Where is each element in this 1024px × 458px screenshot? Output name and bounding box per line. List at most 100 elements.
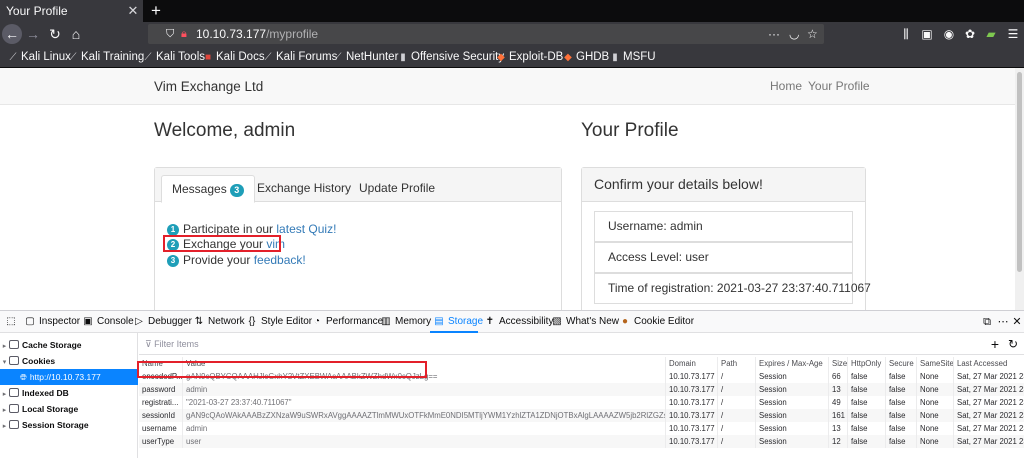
panel-tabs: Messages 3 Exchange History Update Profil… <box>155 168 561 203</box>
table-row[interactable]: username admin 10.10.73.177 / Session 13… <box>139 422 1024 435</box>
bookmark-offensive-security[interactable]: ▮ Offensive Security <box>398 46 504 68</box>
site-navbar: Vim Exchange Ltd Home Your Profile <box>0 68 1024 105</box>
tab-storage[interactable]: ▤ Storage <box>433 311 483 333</box>
screen: Your Profile ✕ + ← → ↻ ⌂ ⛉ 🔒︎ 10.10.73.1… <box>0 0 1024 458</box>
addon-badge-icon[interactable]: ▰ <box>983 24 999 44</box>
tab-memory[interactable]: ▥ Memory <box>380 311 431 333</box>
tab-update-profile[interactable]: Update Profile <box>349 175 445 203</box>
bookmark-ghdb[interactable]: ◆ GHDB <box>563 46 609 68</box>
account-icon[interactable]: ◉ <box>941 24 957 44</box>
refresh-button[interactable]: ↻ <box>1006 333 1020 355</box>
column-header[interactable]: HttpOnly <box>847 357 885 370</box>
table-row[interactable]: registrati... "2021-03-27 23:37:40.71106… <box>139 396 1024 409</box>
add-item-button[interactable]: + <box>988 333 1002 355</box>
tree-item-session-storage[interactable]: ▸ Session Storage <box>0 417 138 433</box>
dock-icon[interactable]: ⧉ <box>980 311 994 333</box>
tab-debugger[interactable]: ▷ Debugger <box>133 311 192 333</box>
extension-icon[interactable]: ✿ <box>962 24 978 44</box>
tab-messages[interactable]: Messages 3 <box>161 175 255 203</box>
site-brand[interactable]: Vim Exchange Ltd <box>154 68 263 105</box>
web-page: Vim Exchange Ltd Home Your Profile Welco… <box>0 68 1024 310</box>
tree-item-cache-storage[interactable]: ▸ Cache Storage <box>0 337 138 353</box>
close-devtools-icon[interactable]: ✕ <box>1010 311 1024 333</box>
back-button[interactable]: ← <box>2 24 22 44</box>
list-item: 3 Provide your feedback! <box>167 253 306 268</box>
quiz-link[interactable]: latest Quiz! <box>276 222 336 236</box>
tab-bar: Your Profile ✕ + <box>0 0 1024 22</box>
bookmark-kali-tools[interactable]: ⟋ Kali Tools <box>143 46 206 68</box>
registration-time-detail: Time of registration: 2021-03-27 23:37:4… <box>594 273 871 304</box>
tab-whats-new[interactable]: ▧ What's New <box>551 311 619 333</box>
more-options-icon[interactable]: ⋯ <box>996 311 1010 333</box>
column-header[interactable]: Path <box>717 357 755 370</box>
database-icon <box>9 356 19 365</box>
whats-new-icon: ▧ <box>552 316 562 327</box>
tree-item-cookies[interactable]: ▾ Cookies <box>0 353 138 369</box>
sidebar-icon[interactable]: ▣ <box>919 24 935 44</box>
bookmark-msfu[interactable]: ▮ MSFU <box>610 46 655 68</box>
bookmark-kali-docs[interactable]: ■ Kali Docs <box>203 46 265 68</box>
offsec-icon: ▮ <box>400 52 406 63</box>
page-scrollbar-thumb[interactable] <box>1017 72 1022 272</box>
url-bar[interactable]: ⛉ 🔒︎ 10.10.73.177/myprofile ··· ◡ ☆ <box>148 24 824 44</box>
home-button[interactable]: ⌂ <box>68 24 84 44</box>
tab-network[interactable]: ⇅ Network <box>193 311 245 333</box>
column-header[interactable]: Last Accessed <box>953 357 1024 370</box>
column-header[interactable]: Expires / Max-Age <box>755 357 828 370</box>
column-header[interactable]: Size <box>828 357 847 370</box>
library-icon[interactable]: ⫼ <box>898 24 914 44</box>
feedback-link[interactable]: feedback! <box>254 253 306 267</box>
table-row[interactable]: sessionId gAN9cQAoWAkAAABzZXNzaW9uSWRxAV… <box>139 409 1024 422</box>
bookmarks-toolbar: ⟋ Kali Linux ⟋ Kali Training ⟋ Kali Tools ■… <box>0 46 1024 68</box>
tree-item-local-storage[interactable]: ▸ Local Storage <box>0 401 138 417</box>
docs-icon: ■ <box>204 52 212 63</box>
globe-icon: 🌐︎ <box>20 372 27 382</box>
bookmark-nethunter[interactable]: ⟋ NetHunter <box>333 46 399 68</box>
column-header[interactable]: Domain <box>665 357 717 370</box>
access-level-detail: Access Level: user <box>594 242 853 273</box>
kali-dragon-icon: ⟋ <box>9 52 17 63</box>
tab-style-editor[interactable]: {} Style Editor <box>246 311 312 333</box>
new-tab-button[interactable]: + <box>148 0 164 22</box>
column-header[interactable]: Secure <box>885 357 916 370</box>
reload-button[interactable]: ↻ <box>47 24 63 44</box>
bookmark-kali-forums[interactable]: ⟋ Kali Forums <box>263 46 338 68</box>
bookmark-kali-linux[interactable]: ⟋ Kali Linux <box>8 46 71 68</box>
nethunter-icon: ⟋ <box>334 52 342 63</box>
filter-bar: ⊽ Filter Items + ↻ <box>139 333 1024 355</box>
bookmark-kali-training[interactable]: ⟋ Kali Training <box>68 46 145 68</box>
database-icon <box>9 340 19 349</box>
tab-performance[interactable]: ◔ Performance <box>311 311 383 333</box>
kali-dragon-icon: ⟋ <box>69 52 77 63</box>
cookie-icon: ● <box>621 316 629 327</box>
table-row[interactable]: userType user 10.10.73.177 / Session 12 … <box>139 435 1024 448</box>
filter-input[interactable]: ⊽ Filter Items <box>145 333 199 355</box>
nav-your-profile-link[interactable]: Your Profile <box>808 68 870 105</box>
column-header[interactable]: SameSite <box>916 357 953 370</box>
page-actions-icon[interactable]: ··· <box>768 24 780 44</box>
welcome-heading: Welcome, admin <box>154 120 296 141</box>
tab-inspector[interactable]: ▢ Inspector <box>24 311 80 333</box>
tab-accessibility[interactable]: ✝ Accessibility <box>484 311 554 333</box>
menu-icon[interactable]: ☰ <box>1005 24 1021 44</box>
bookmark-exploit-db[interactable]: ◆ Exploit-DB <box>496 46 563 68</box>
shield-icon[interactable]: ⛉ <box>166 24 174 44</box>
number-badge: 3 <box>167 255 179 267</box>
tab-console[interactable]: ▣ Console <box>82 311 133 333</box>
tree-item-cookie-host[interactable]: 🌐︎ http://10.10.73.177 <box>0 369 138 385</box>
bookmark-star-icon[interactable]: ☆ <box>807 24 818 44</box>
tab-exchange-history[interactable]: Exchange History <box>247 175 361 203</box>
messages-panel: Messages 3 Exchange History Update Profil… <box>154 167 562 310</box>
url-text[interactable]: 10.10.73.177/myprofile <box>196 24 318 44</box>
tab-cookie-editor[interactable]: ● Cookie Editor <box>619 311 694 333</box>
forward-button[interactable]: → <box>25 24 41 44</box>
pocket-icon[interactable]: ◡ <box>789 24 799 44</box>
browser-tab[interactable]: Your Profile ✕ <box>0 0 143 22</box>
close-tab-icon[interactable]: ✕ <box>126 0 140 22</box>
tree-item-indexed-db[interactable]: ▸ Indexed DB <box>0 385 138 401</box>
element-picker-icon[interactable]: ⬚ <box>5 311 20 333</box>
msfu-icon: ▮ <box>612 52 618 63</box>
insecure-lock-icon[interactable]: 🔒︎ <box>181 24 187 44</box>
nav-home-link[interactable]: Home <box>770 68 802 105</box>
table-row[interactable]: password admin 10.10.73.177 / Session 13… <box>139 383 1024 396</box>
